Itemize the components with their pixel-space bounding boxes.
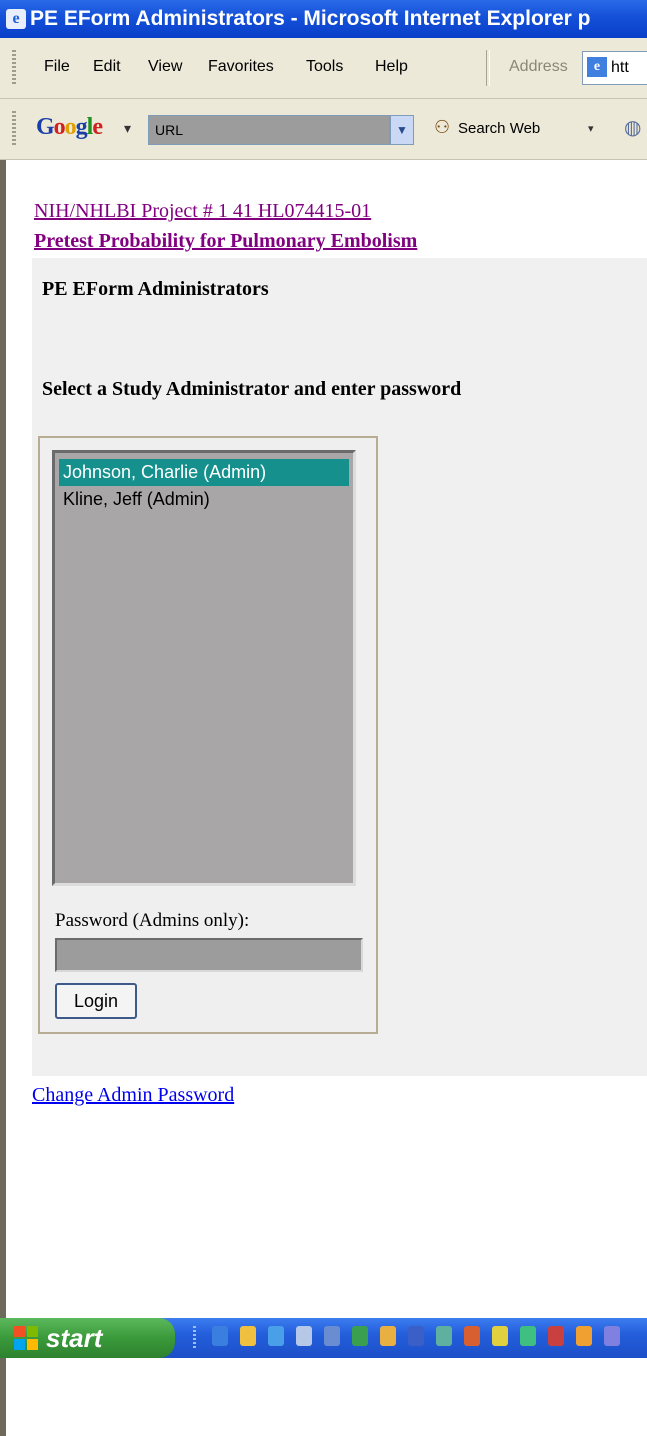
toolbar-grip[interactable] [12,50,16,86]
google-search-value: URL [155,122,184,138]
page-icon: e [587,57,607,77]
app-icon[interactable] [436,1326,452,1346]
google-menu-arrow-icon[interactable]: ▾ [124,119,131,137]
address-value: htt [611,59,629,76]
ie-icon[interactable] [212,1326,228,1346]
media-icon[interactable] [296,1326,312,1346]
menu-favorites[interactable]: Favorites [208,56,274,78]
google-logo[interactable]: Google [36,113,103,141]
outlook-icon[interactable] [380,1326,396,1346]
menu-edit[interactable]: Edit [93,56,121,78]
google-search-input[interactable]: URL [148,115,390,145]
app-icon[interactable] [520,1326,536,1346]
app-icon[interactable] [604,1326,620,1346]
ie-page-icon: e [6,9,26,29]
app-icon[interactable] [492,1326,508,1346]
app-icon[interactable] [576,1326,592,1346]
messenger-icon[interactable] [268,1326,284,1346]
excel-icon[interactable] [352,1326,368,1346]
start-label: start [46,1323,103,1353]
instruction-text: Select a Study Administrator and enter p… [42,378,462,400]
app-icon[interactable] [548,1326,564,1346]
windows-flag-icon [14,1326,38,1350]
list-item[interactable]: Johnson, Charlie (Admin) [59,459,349,486]
panel-title: PE EForm Administrators [42,278,269,300]
password-field[interactable] [55,938,363,972]
word-icon[interactable] [408,1326,424,1346]
menu-help[interactable]: Help [375,56,408,78]
window-title: PE EForm Administrators - Microsoft Inte… [30,7,591,30]
folder-icon[interactable] [240,1326,256,1346]
menu-view[interactable]: View [148,56,182,78]
address-label: Address [509,58,568,75]
menu-bar: File Edit View Favorites Tools Help Addr… [0,38,647,99]
window-left-border [0,160,6,1436]
login-button[interactable]: Login [55,983,137,1019]
search-web-button[interactable]: Search Web [458,119,540,139]
menu-tools[interactable]: Tools [306,56,343,78]
chevron-down-icon[interactable]: ▼ [390,115,414,145]
address-bar[interactable]: e htt [582,51,647,85]
google-toolbar: Google ▾ URL ▼ ⚇ Search Web ▾ ◍ [0,99,647,160]
password-label: Password (Admins only): [55,910,250,931]
window-titlebar[interactable]: e PE EForm Administrators - Microsoft In… [0,0,647,38]
toolbar-grip[interactable] [12,111,16,147]
list-item[interactable]: Kline, Jeff (Admin) [59,486,349,513]
pe-link[interactable]: Pretest Probability for Pulmonary Emboli… [34,228,417,254]
quick-launch-grip[interactable] [193,1326,196,1350]
menu-separator [486,50,490,86]
project-link[interactable]: NIH/NHLBI Project # 1 41 HL074415-01 [34,198,371,224]
search-web-arrow-icon[interactable]: ▾ [588,120,594,138]
start-button[interactable]: start [0,1318,175,1358]
menu-file[interactable]: File [44,56,70,78]
globe-icon[interactable]: ◍ [624,115,641,139]
admin-listbox[interactable]: Johnson, Charlie (Admin) Kline, Jeff (Ad… [52,450,356,886]
app-icon[interactable] [464,1326,480,1346]
network-icon[interactable] [324,1326,340,1346]
change-password-link[interactable]: Change Admin Password [32,1082,234,1108]
binoculars-icon[interactable]: ⚇ [434,117,450,139]
